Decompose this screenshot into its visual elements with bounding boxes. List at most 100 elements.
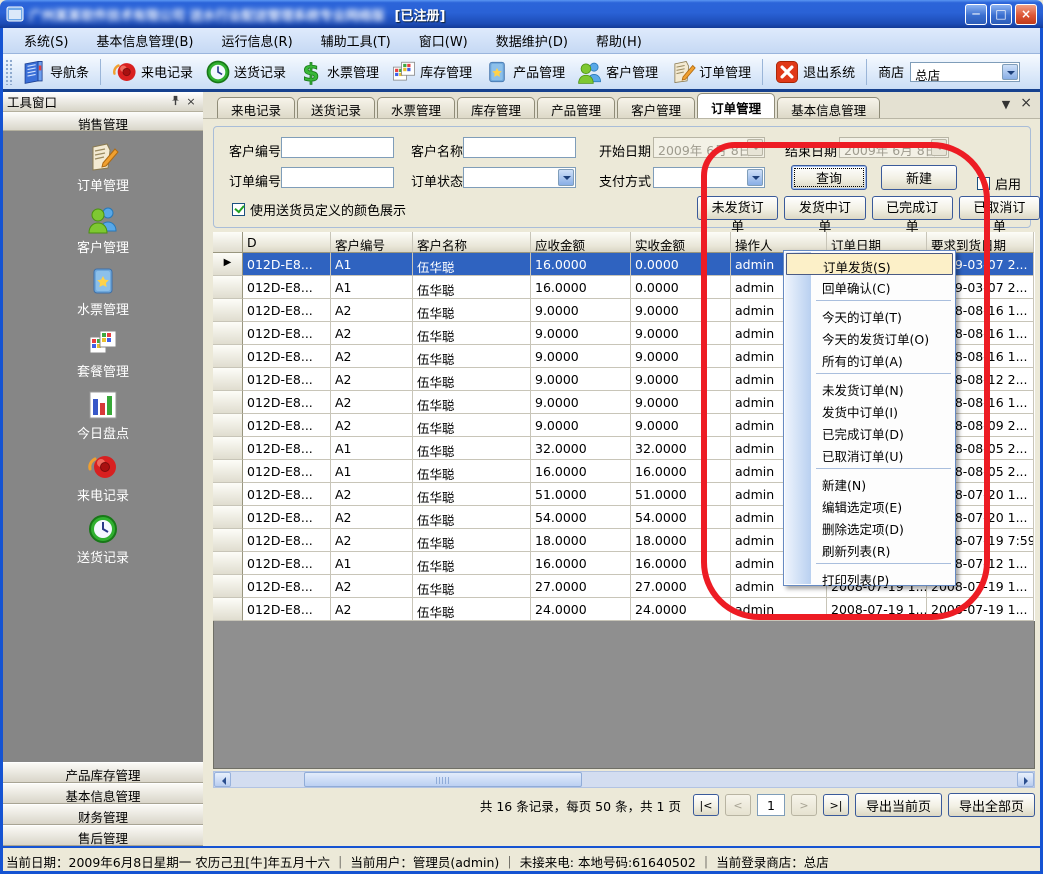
tool-window-close-icon[interactable]: × bbox=[183, 95, 199, 108]
table-cell[interactable]: 伍华聪 bbox=[413, 299, 531, 322]
table-cell[interactable]: 012D-E8... bbox=[243, 483, 331, 506]
table-cell[interactable]: 9.0000 bbox=[531, 414, 631, 437]
table-cell[interactable]: 012D-E8... bbox=[243, 460, 331, 483]
toolbar-button-订单管理[interactable]: 订单管理 bbox=[664, 57, 757, 87]
table-cell[interactable]: 9.0000 bbox=[531, 322, 631, 345]
tab-送货记录[interactable]: 送货记录 bbox=[297, 97, 375, 118]
table-cell[interactable]: A2 bbox=[331, 529, 413, 552]
table-cell[interactable]: 伍华聪 bbox=[413, 506, 531, 529]
table-cell[interactable]: 0.0000 bbox=[631, 276, 731, 299]
table-cell[interactable]: 伍华聪 bbox=[413, 483, 531, 506]
table-cell[interactable]: 16.0000 bbox=[631, 460, 731, 483]
table-cell[interactable]: A1 bbox=[331, 253, 413, 276]
scrollbar-thumb[interactable] bbox=[304, 772, 582, 787]
export-all-pages-button[interactable]: 导出全部页 bbox=[948, 793, 1035, 817]
table-cell[interactable]: 51.0000 bbox=[631, 483, 731, 506]
context-menu-item-今天的发货订单(O)[interactable]: 今天的发货订单(O) bbox=[784, 326, 955, 348]
table-cell[interactable]: 9.0000 bbox=[631, 345, 731, 368]
end-date-picker[interactable]: 2009年 6月 8日 bbox=[839, 137, 949, 158]
toolbar-button-送货记录[interactable]: 送货记录 bbox=[199, 57, 292, 87]
context-menu-item-已取消订单(U)[interactable]: 已取消订单(U) bbox=[784, 443, 955, 465]
table-cell[interactable]: A2 bbox=[331, 299, 413, 322]
column-header-应收金额[interactable]: 应收金额 bbox=[531, 232, 631, 253]
table-cell[interactable]: 伍华聪 bbox=[413, 437, 531, 460]
column-header-客户名称[interactable]: 客户名称 bbox=[413, 232, 531, 253]
table-cell[interactable]: A2 bbox=[331, 575, 413, 598]
row-selector-cell[interactable] bbox=[213, 345, 243, 368]
customer-name-input[interactable] bbox=[463, 137, 576, 158]
context-menu-item-发货中订单(I)[interactable]: 发货中订单(I) bbox=[784, 399, 955, 421]
shop-select[interactable]: 总店 bbox=[910, 62, 1020, 82]
prev-page-button[interactable]: < bbox=[725, 794, 751, 816]
table-cell[interactable]: 伍华聪 bbox=[413, 552, 531, 575]
table-cell[interactable]: 伍华聪 bbox=[413, 529, 531, 552]
row-selector-cell[interactable] bbox=[213, 391, 243, 414]
sidebar-item-送货记录[interactable]: 送货记录 bbox=[3, 513, 203, 575]
pin-icon[interactable] bbox=[167, 95, 183, 109]
table-cell[interactable]: 9.0000 bbox=[631, 322, 731, 345]
color-display-checkbox[interactable] bbox=[232, 203, 245, 216]
filter-button-已取消订单[interactable]: 已取消订单 bbox=[959, 196, 1040, 220]
column-header-实收金额[interactable]: 实收金额 bbox=[631, 232, 731, 253]
table-cell[interactable]: 012D-E8... bbox=[243, 299, 331, 322]
table-cell[interactable]: A2 bbox=[331, 368, 413, 391]
table-cell[interactable]: 012D-E8... bbox=[243, 506, 331, 529]
toolbar-button-导航条[interactable]: 导航条 bbox=[15, 57, 95, 87]
menu-item[interactable]: 基本信息管理(B) bbox=[82, 28, 207, 53]
table-cell[interactable]: 伍华聪 bbox=[413, 276, 531, 299]
context-menu-item-删除选定项(D)[interactable]: 删除选定项(D) bbox=[784, 516, 955, 538]
table-cell[interactable]: A2 bbox=[331, 322, 413, 345]
table-cell[interactable]: 0.0000 bbox=[631, 253, 731, 276]
enable-checkbox[interactable] bbox=[977, 177, 990, 190]
table-cell[interactable]: A2 bbox=[331, 506, 413, 529]
table-cell[interactable]: 9.0000 bbox=[531, 368, 631, 391]
table-cell[interactable]: A1 bbox=[331, 460, 413, 483]
context-menu-item-回单确认(C)[interactable]: 回单确认(C) bbox=[784, 275, 955, 297]
tab-close-icon[interactable]: × bbox=[1020, 98, 1032, 111]
table-cell[interactable]: 16.0000 bbox=[631, 552, 731, 575]
table-cell[interactable]: 16.0000 bbox=[531, 552, 631, 575]
table-cell[interactable]: 24.0000 bbox=[531, 598, 631, 621]
table-cell[interactable]: 24.0000 bbox=[631, 598, 731, 621]
context-menu-item-所有的订单(A)[interactable]: 所有的订单(A) bbox=[784, 348, 955, 370]
table-cell[interactable]: 9.0000 bbox=[631, 391, 731, 414]
table-cell[interactable]: 012D-E8... bbox=[243, 529, 331, 552]
menu-item[interactable]: 系统(S) bbox=[10, 28, 82, 53]
page-number-input[interactable]: 1 bbox=[757, 794, 785, 816]
table-cell[interactable]: 18.0000 bbox=[631, 529, 731, 552]
table-cell[interactable]: 51.0000 bbox=[531, 483, 631, 506]
table-cell[interactable]: 012D-E8... bbox=[243, 598, 331, 621]
table-cell[interactable]: A2 bbox=[331, 483, 413, 506]
sidebar-item-水票管理[interactable]: 水票管理 bbox=[3, 265, 203, 327]
sidebar-group-button-基本信息管理[interactable]: 基本信息管理 bbox=[3, 783, 203, 804]
minimize-button[interactable]: ─ bbox=[965, 4, 987, 25]
start-date-picker[interactable]: 2009年 6月 8日 bbox=[653, 137, 765, 158]
sidebar-item-今日盘点[interactable]: 今日盘点 bbox=[3, 389, 203, 451]
table-cell[interactable]: 012D-E8... bbox=[243, 414, 331, 437]
context-menu-item-刷新列表(R)[interactable]: 刷新列表(R) bbox=[784, 538, 955, 560]
payment-select[interactable] bbox=[653, 167, 765, 188]
row-selector-cell[interactable] bbox=[213, 460, 243, 483]
table-cell[interactable]: 2008-07-19 1... bbox=[927, 598, 1034, 621]
row-selector-cell[interactable] bbox=[213, 598, 243, 621]
table-cell[interactable]: 伍华聪 bbox=[413, 460, 531, 483]
row-selector-cell[interactable] bbox=[213, 299, 243, 322]
table-cell[interactable]: A2 bbox=[331, 598, 413, 621]
scroll-left-icon[interactable] bbox=[214, 772, 231, 787]
table-cell[interactable]: 伍华聪 bbox=[413, 322, 531, 345]
table-cell[interactable]: A1 bbox=[331, 437, 413, 460]
maximize-button[interactable]: □ bbox=[990, 4, 1012, 25]
sidebar-group-button-产品库存管理[interactable]: 产品库存管理 bbox=[3, 762, 203, 783]
row-selector-cell[interactable] bbox=[213, 529, 243, 552]
row-selector-cell[interactable] bbox=[213, 368, 243, 391]
sidebar-item-订单管理[interactable]: 订单管理 bbox=[3, 141, 203, 203]
tab-客户管理[interactable]: 客户管理 bbox=[617, 97, 695, 118]
order-status-select[interactable] bbox=[463, 167, 576, 188]
table-cell[interactable]: 伍华聪 bbox=[413, 598, 531, 621]
table-cell[interactable]: 9.0000 bbox=[631, 414, 731, 437]
tab-水票管理[interactable]: 水票管理 bbox=[377, 97, 455, 118]
table-cell[interactable]: 012D-E8... bbox=[243, 276, 331, 299]
table-cell[interactable]: 伍华聪 bbox=[413, 414, 531, 437]
menu-item[interactable]: 窗口(W) bbox=[405, 28, 482, 53]
tab-dropdown-icon[interactable]: ▼ bbox=[1002, 98, 1010, 111]
